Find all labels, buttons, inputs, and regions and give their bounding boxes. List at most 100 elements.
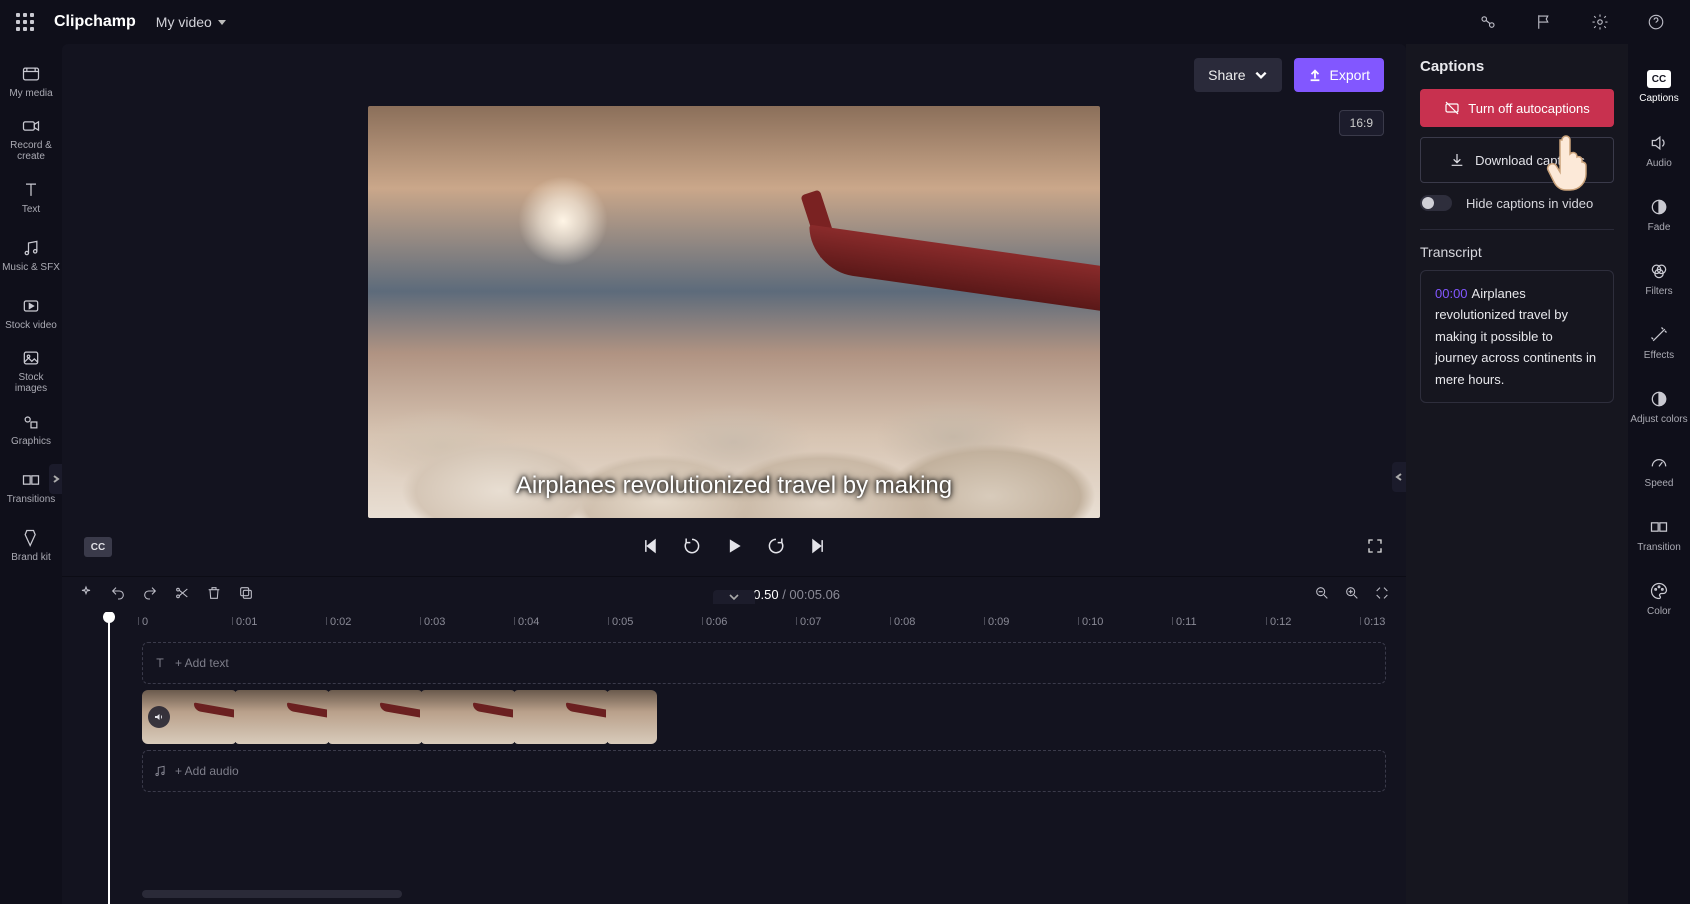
sidebar-right-transition[interactable]: Transition — [1630, 506, 1688, 564]
rewind-button[interactable] — [682, 536, 702, 559]
timeline[interactable]: 00:010:020:030:040:050:060:070:080:090:1… — [62, 612, 1406, 904]
turn-off-autocaptions-button[interactable]: Turn off autocaptions — [1420, 89, 1614, 127]
skip-start-button[interactable] — [640, 536, 660, 559]
panel-collapse-handle[interactable] — [1392, 462, 1406, 492]
sidebar-label: Music & SFX — [2, 262, 60, 273]
ruler-tick: 0:11 — [1176, 616, 1197, 628]
ruler-tick: 0:13 — [1364, 616, 1385, 628]
image-icon — [21, 348, 41, 368]
transcript-entry[interactable]: 00:00Airplanes revolutionized travel by … — [1420, 270, 1614, 403]
text-icon — [153, 656, 167, 670]
sidebar-right-speed[interactable]: Speed — [1630, 442, 1688, 500]
preview-collapse-handle[interactable] — [713, 590, 755, 604]
sidebar-item-record[interactable]: Record & create — [2, 112, 60, 166]
sidebar-label: My media — [9, 88, 52, 99]
sidebar-right: CC Captions Audio Fade Filters Effects A… — [1628, 44, 1690, 904]
ruler-tick: 0:05 — [612, 616, 633, 628]
sidebar-item-brand-kit[interactable]: Brand kit — [2, 518, 60, 572]
sidebar-right-color[interactable]: Color — [1630, 570, 1688, 628]
sidebar-item-stock-images[interactable]: Stock images — [2, 344, 60, 398]
redo-button[interactable] — [142, 585, 158, 604]
sidebar-right-audio[interactable]: Audio — [1630, 122, 1688, 180]
sidebar-right-filters[interactable]: Filters — [1630, 250, 1688, 308]
preview-area: 16:9 Airplanes revolutionized travel by … — [62, 106, 1406, 518]
video-preview[interactable]: Airplanes revolutionized travel by makin… — [368, 106, 1100, 518]
delete-button[interactable] — [206, 585, 222, 604]
hide-captions-toggle[interactable] — [1420, 195, 1452, 211]
sbr-label: Color — [1647, 606, 1671, 617]
forward-button[interactable] — [766, 536, 786, 559]
shapes-icon — [21, 412, 41, 432]
video-track[interactable] — [142, 690, 1386, 744]
sidebar-right-adjust-colors[interactable]: Adjust colors — [1630, 378, 1688, 436]
audio-track[interactable]: + Add audio — [142, 750, 1386, 792]
chevron-down-icon — [1254, 68, 1268, 82]
zoom-in-button[interactable] — [1344, 585, 1360, 604]
flag-icon[interactable] — [1526, 4, 1562, 40]
fullscreen-button[interactable] — [1366, 537, 1384, 558]
sidebar-item-graphics[interactable]: Graphics — [2, 402, 60, 456]
timeline-ruler[interactable]: 00:010:020:030:040:050:060:070:080:090:1… — [142, 612, 1386, 636]
project-name-dropdown[interactable]: My video — [156, 14, 226, 30]
clip-thumb[interactable] — [328, 690, 422, 744]
project-name-text: My video — [156, 14, 212, 30]
skip-end-button[interactable] — [808, 536, 828, 559]
sidebar-right-captions[interactable]: CC Captions — [1630, 58, 1688, 116]
sidebar-item-text[interactable]: Text — [2, 170, 60, 224]
ruler-tick: 0:03 — [424, 616, 445, 628]
copy-button[interactable] — [238, 585, 254, 604]
ruler-tick: 0:10 — [1082, 616, 1103, 628]
sbr-label: Speed — [1645, 478, 1674, 489]
split-button[interactable] — [174, 585, 190, 604]
share-label: Share — [1208, 67, 1245, 83]
download-label: Download captions — [1475, 153, 1585, 168]
topbar: Clipchamp My video — [0, 0, 1690, 44]
clip-thumb[interactable] — [607, 690, 657, 744]
preview-wing — [800, 206, 1100, 356]
settings-icon[interactable] — [1582, 4, 1618, 40]
undo-button[interactable] — [110, 585, 126, 604]
center-header: Share Export — [62, 44, 1406, 106]
center-column: Share Export 16:9 Airplanes revolutioniz… — [62, 44, 1406, 904]
sidebar-item-my-media[interactable]: My media — [2, 54, 60, 108]
caption-overlay: Airplanes revolutionized travel by makin… — [368, 472, 1100, 500]
export-button[interactable]: Export — [1294, 58, 1384, 92]
sidebar-right-effects[interactable]: Effects — [1630, 314, 1688, 372]
clip-thumb[interactable] — [235, 690, 329, 744]
hide-captions-toggle-row: Hide captions in video — [1420, 195, 1614, 211]
clip-thumb[interactable] — [142, 690, 236, 744]
sparkle-tool[interactable] — [78, 585, 94, 604]
cc-toggle[interactable]: CC — [84, 537, 112, 557]
text-icon — [21, 180, 41, 200]
app-launcher-icon[interactable] — [16, 13, 34, 31]
clip-thumb[interactable] — [514, 690, 608, 744]
captions-off-icon — [1444, 100, 1460, 116]
play-button[interactable] — [724, 536, 744, 559]
sbr-label: Fade — [1648, 222, 1671, 233]
aspect-ratio-badge[interactable]: 16:9 — [1339, 110, 1384, 136]
help-icon[interactable] — [1638, 4, 1674, 40]
sbr-label: Effects — [1644, 350, 1674, 361]
sidebar-right-fade[interactable]: Fade — [1630, 186, 1688, 244]
sidebar-label: Stock images — [2, 372, 60, 394]
download-icon — [1449, 152, 1465, 168]
integrations-icon[interactable] — [1470, 4, 1506, 40]
playhead[interactable] — [108, 612, 110, 904]
timeline-scrollbar[interactable] — [142, 890, 402, 898]
download-captions-button[interactable]: Download captions — [1420, 137, 1614, 183]
clip-thumb[interactable] — [421, 690, 515, 744]
sidebar-item-stock-video[interactable]: Stock video — [2, 286, 60, 340]
stock-video-icon — [21, 296, 41, 316]
text-track[interactable]: + Add text — [142, 642, 1386, 684]
zoom-out-button[interactable] — [1314, 585, 1330, 604]
sidebar-item-music[interactable]: Music & SFX — [2, 228, 60, 282]
share-button[interactable]: Share — [1194, 58, 1281, 92]
sidebar-expand-handle[interactable] — [49, 464, 63, 494]
filters-icon — [1649, 261, 1669, 281]
captions-panel-title: Captions — [1420, 58, 1614, 75]
ruler-tick: 0:01 — [236, 616, 257, 628]
sidebar-label: Stock video — [5, 320, 57, 331]
sidebar-label: Record & create — [2, 140, 60, 162]
brand-label: Clipchamp — [54, 13, 136, 31]
zoom-fit-button[interactable] — [1374, 585, 1390, 604]
